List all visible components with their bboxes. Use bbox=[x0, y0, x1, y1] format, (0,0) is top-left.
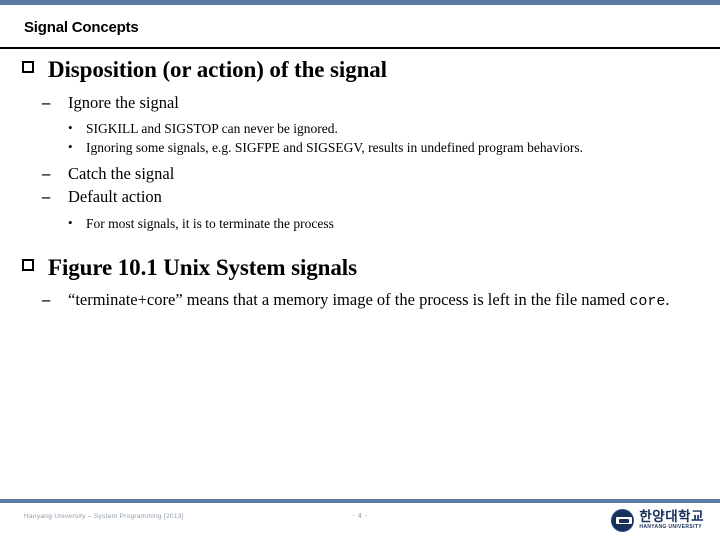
list-item-label: Default action bbox=[68, 186, 162, 206]
dot-bullet-icon: • bbox=[68, 215, 73, 231]
slide-body: Disposition (or action) of the signal – … bbox=[0, 56, 720, 313]
dot-bullet-icon: • bbox=[68, 138, 73, 154]
dot-bullet-icon: • bbox=[68, 119, 73, 135]
list-item: – Ignore the signal bbox=[0, 92, 720, 114]
footer-divider bbox=[0, 499, 720, 503]
dash-bullet-icon: – bbox=[42, 290, 51, 310]
slide-header: Signal Concepts bbox=[0, 5, 720, 48]
list-item-label-before: “terminate+core” means that a memory ima… bbox=[68, 290, 630, 310]
list-item: – Default action bbox=[0, 186, 720, 208]
list-item-label: Catch the signal bbox=[68, 163, 175, 183]
university-name-english: HANYANG UNIVERSITY bbox=[639, 524, 702, 531]
list-item-label: Ignoring some signals, e.g. SIGFPE and S… bbox=[86, 139, 583, 155]
section-heading-figure: Figure 10.1 Unix System signals bbox=[0, 254, 720, 283]
list-item-label: Ignore the signal bbox=[68, 92, 179, 112]
university-logo: 한양대학교 HANYANG UNIVERSITY bbox=[611, 506, 704, 534]
list-item: • For most signals, it is to terminate t… bbox=[0, 215, 720, 233]
list-item-label: For most signals, it is to terminate the… bbox=[86, 216, 334, 232]
university-logo-text: 한양대학교 HANYANG UNIVERSITY bbox=[639, 510, 704, 531]
list-item-label-after: . bbox=[665, 290, 670, 310]
square-bullet-icon bbox=[22, 61, 34, 73]
inline-code-core: core bbox=[629, 293, 666, 311]
list-item: • SIGKILL and SIGSTOP can never be ignor… bbox=[0, 120, 720, 138]
dash-bullet-icon: – bbox=[42, 186, 51, 206]
page-title: Signal Concepts bbox=[24, 19, 139, 36]
university-name-korean: 한양대학교 bbox=[639, 508, 704, 524]
section-heading-text: Figure 10.1 Unix System signals bbox=[48, 254, 357, 280]
list-item: • Ignoring some signals, e.g. SIGFPE and… bbox=[0, 139, 720, 157]
dash-bullet-icon: – bbox=[42, 163, 51, 183]
section-heading-text: Disposition (or action) of the signal bbox=[48, 57, 387, 82]
square-bullet-icon bbox=[22, 258, 34, 271]
university-seal-icon bbox=[611, 508, 635, 532]
header-divider bbox=[0, 47, 720, 49]
list-item: – Catch the signal bbox=[0, 163, 720, 185]
slide: Signal Concepts Disposition (or action) … bbox=[0, 0, 720, 540]
section-heading-disposition: Disposition (or action) of the signal bbox=[0, 56, 720, 85]
dash-bullet-icon: – bbox=[42, 92, 51, 112]
list-item-label: SIGKILL and SIGSTOP can never be ignored… bbox=[86, 120, 338, 136]
list-item: – “terminate+core” means that a memory i… bbox=[0, 289, 720, 312]
